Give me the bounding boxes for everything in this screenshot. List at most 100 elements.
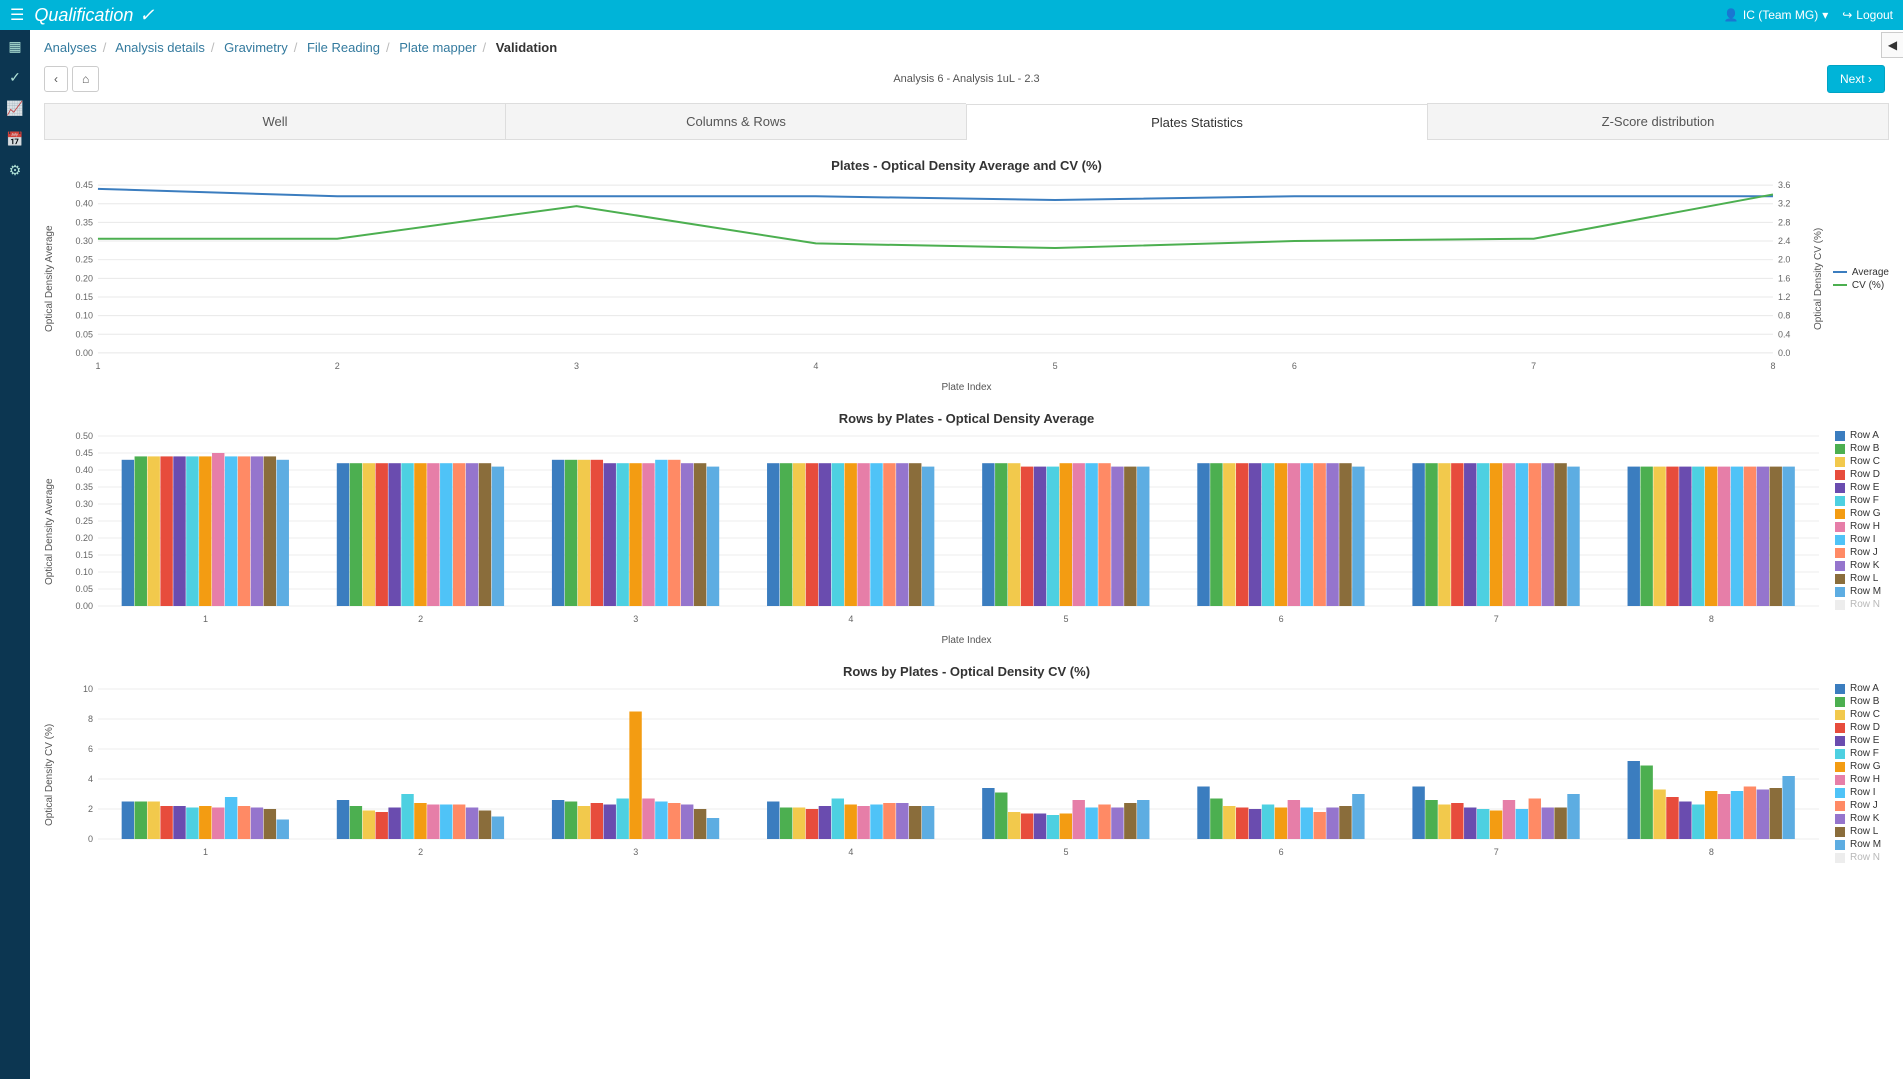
app-title: Qualification ✓ bbox=[34, 5, 154, 26]
svg-text:0.8: 0.8 bbox=[1778, 311, 1790, 321]
breadcrumb-current: Validation bbox=[496, 40, 557, 55]
legend-item[interactable]: Row F bbox=[1835, 495, 1889, 506]
svg-text:0.20: 0.20 bbox=[75, 273, 92, 283]
legend-item[interactable]: Row B bbox=[1835, 696, 1889, 707]
svg-text:6: 6 bbox=[1292, 361, 1297, 371]
legend-item[interactable]: Row D bbox=[1835, 469, 1889, 480]
svg-text:1.6: 1.6 bbox=[1778, 273, 1790, 283]
next-button[interactable]: Next › bbox=[1827, 65, 1885, 93]
legend-item[interactable]: Row L bbox=[1835, 826, 1889, 837]
breadcrumb-link[interactable]: Gravimetry bbox=[224, 40, 288, 55]
svg-text:1: 1 bbox=[203, 614, 208, 624]
home-button[interactable]: ⌂ bbox=[72, 66, 99, 92]
legend-item[interactable]: Row A bbox=[1835, 683, 1889, 694]
back-button[interactable]: ‹ bbox=[44, 66, 68, 92]
legend-item[interactable]: Row E bbox=[1835, 482, 1889, 493]
legend-item[interactable]: Row J bbox=[1835, 547, 1889, 558]
breadcrumb-link[interactable]: Plate mapper bbox=[399, 40, 476, 55]
y1-axis-label: Optical Density Average bbox=[44, 177, 58, 380]
svg-text:0.35: 0.35 bbox=[75, 482, 93, 492]
sidebar-item-chart[interactable]: 📈 bbox=[0, 100, 30, 117]
tabs: Well Columns & Rows Plates Statistics Z-… bbox=[44, 103, 1889, 140]
legend-item[interactable]: Row A bbox=[1835, 430, 1889, 441]
svg-text:2: 2 bbox=[418, 614, 423, 624]
tab-columns-rows[interactable]: Columns & Rows bbox=[505, 103, 966, 139]
legend-item[interactable]: Row H bbox=[1835, 774, 1889, 785]
legend-item[interactable]: Row L bbox=[1835, 573, 1889, 584]
svg-text:0.05: 0.05 bbox=[75, 584, 93, 594]
legend-item[interactable]: Row I bbox=[1835, 534, 1889, 545]
tab-zscore[interactable]: Z-Score distribution bbox=[1427, 103, 1889, 139]
svg-text:7: 7 bbox=[1531, 361, 1536, 371]
legend-item[interactable]: Row C bbox=[1835, 456, 1889, 467]
svg-text:0.25: 0.25 bbox=[75, 516, 93, 526]
legend-item[interactable]: Row I bbox=[1835, 787, 1889, 798]
legend-item[interactable]: Average bbox=[1833, 267, 1889, 278]
svg-text:2: 2 bbox=[88, 804, 93, 814]
menu-toggle-icon[interactable]: ☰ bbox=[10, 5, 24, 25]
legend-item[interactable]: Row K bbox=[1835, 560, 1889, 571]
chevron-right-icon: › bbox=[1868, 72, 1872, 86]
svg-text:0.30: 0.30 bbox=[75, 499, 93, 509]
chart-icon: 📈 bbox=[6, 100, 23, 116]
legend-item[interactable]: Row H bbox=[1835, 521, 1889, 532]
breadcrumb-link[interactable]: File Reading bbox=[307, 40, 380, 55]
svg-text:5: 5 bbox=[1053, 361, 1058, 371]
legend-item[interactable]: Row E bbox=[1835, 735, 1889, 746]
home-icon: ⌂ bbox=[82, 72, 89, 86]
sidebar-item-settings[interactable]: ⚙ bbox=[0, 162, 30, 179]
gears-icon: ⚙ bbox=[9, 162, 22, 178]
y2-axis-label: Optical Density CV (%) bbox=[1813, 177, 1827, 380]
legend-item[interactable]: Row C bbox=[1835, 709, 1889, 720]
user-label: IC (Team MG) bbox=[1743, 8, 1818, 22]
legend-item[interactable]: Row G bbox=[1835, 761, 1889, 772]
chart-rows-avg: Rows by Plates - Optical Density Average… bbox=[30, 393, 1903, 646]
breadcrumbs: Analyses/ Analysis details/ Gravimetry/ … bbox=[30, 30, 1903, 61]
svg-text:2: 2 bbox=[418, 847, 423, 857]
sidebar-item-grid[interactable]: ▦ bbox=[0, 38, 30, 55]
chart-title: Plates - Optical Density Average and CV … bbox=[44, 158, 1889, 173]
legend-item[interactable]: Row B bbox=[1835, 443, 1889, 454]
panel-collapse-button[interactable]: ◀ bbox=[1881, 32, 1903, 58]
legend-item[interactable]: Row M bbox=[1835, 586, 1889, 597]
top-bar: ☰ Qualification ✓ 👤 IC (Team MG) ▾ ↪ Log… bbox=[0, 0, 1903, 30]
svg-text:2: 2 bbox=[335, 361, 340, 371]
user-menu[interactable]: 👤 IC (Team MG) ▾ bbox=[1724, 8, 1828, 22]
breadcrumb-link[interactable]: Analyses bbox=[44, 40, 97, 55]
logout-button[interactable]: ↪ Logout bbox=[1842, 8, 1893, 22]
svg-text:3: 3 bbox=[633, 614, 638, 624]
svg-text:0.45: 0.45 bbox=[75, 448, 93, 458]
svg-text:0.10: 0.10 bbox=[75, 311, 92, 321]
legend-item[interactable]: Row J bbox=[1835, 800, 1889, 811]
legend-item[interactable]: Row F bbox=[1835, 748, 1889, 759]
chart-title: Rows by Plates - Optical Density Average bbox=[44, 411, 1889, 426]
logout-icon: ↪ bbox=[1842, 8, 1852, 22]
y-axis-label: Optical Density CV (%) bbox=[44, 683, 58, 866]
legend-item[interactable]: Row D bbox=[1835, 722, 1889, 733]
svg-text:1: 1 bbox=[203, 847, 208, 857]
chart-legend: Average CV (%) bbox=[1827, 177, 1889, 380]
sidebar-item-check[interactable]: ✓ bbox=[0, 69, 30, 86]
legend-item[interactable]: CV (%) bbox=[1833, 280, 1889, 291]
svg-text:0.00: 0.00 bbox=[75, 601, 93, 611]
svg-text:3.2: 3.2 bbox=[1778, 199, 1790, 209]
app-title-text: Qualification bbox=[34, 5, 133, 26]
sidebar-item-calendar[interactable]: 📅 bbox=[0, 131, 30, 148]
breadcrumb-link[interactable]: Analysis details bbox=[115, 40, 205, 55]
svg-text:5: 5 bbox=[1064, 847, 1069, 857]
svg-text:0.50: 0.50 bbox=[75, 431, 93, 441]
check-icon: ✓ bbox=[139, 5, 154, 26]
legend-item[interactable]: Row G bbox=[1835, 508, 1889, 519]
grid-icon: ▦ bbox=[8, 38, 21, 54]
svg-text:8: 8 bbox=[1709, 614, 1714, 624]
tab-plates-statistics[interactable]: Plates Statistics bbox=[966, 104, 1427, 140]
legend-item[interactable]: Row N bbox=[1835, 852, 1889, 863]
legend-item[interactable]: Row K bbox=[1835, 813, 1889, 824]
legend-item[interactable]: Row M bbox=[1835, 839, 1889, 850]
next-button-label: Next bbox=[1840, 72, 1865, 86]
svg-text:0.00: 0.00 bbox=[75, 348, 92, 358]
legend-item[interactable]: Row N bbox=[1835, 599, 1889, 610]
svg-text:1.2: 1.2 bbox=[1778, 292, 1790, 302]
svg-text:8: 8 bbox=[88, 714, 93, 724]
tab-well[interactable]: Well bbox=[44, 103, 505, 139]
